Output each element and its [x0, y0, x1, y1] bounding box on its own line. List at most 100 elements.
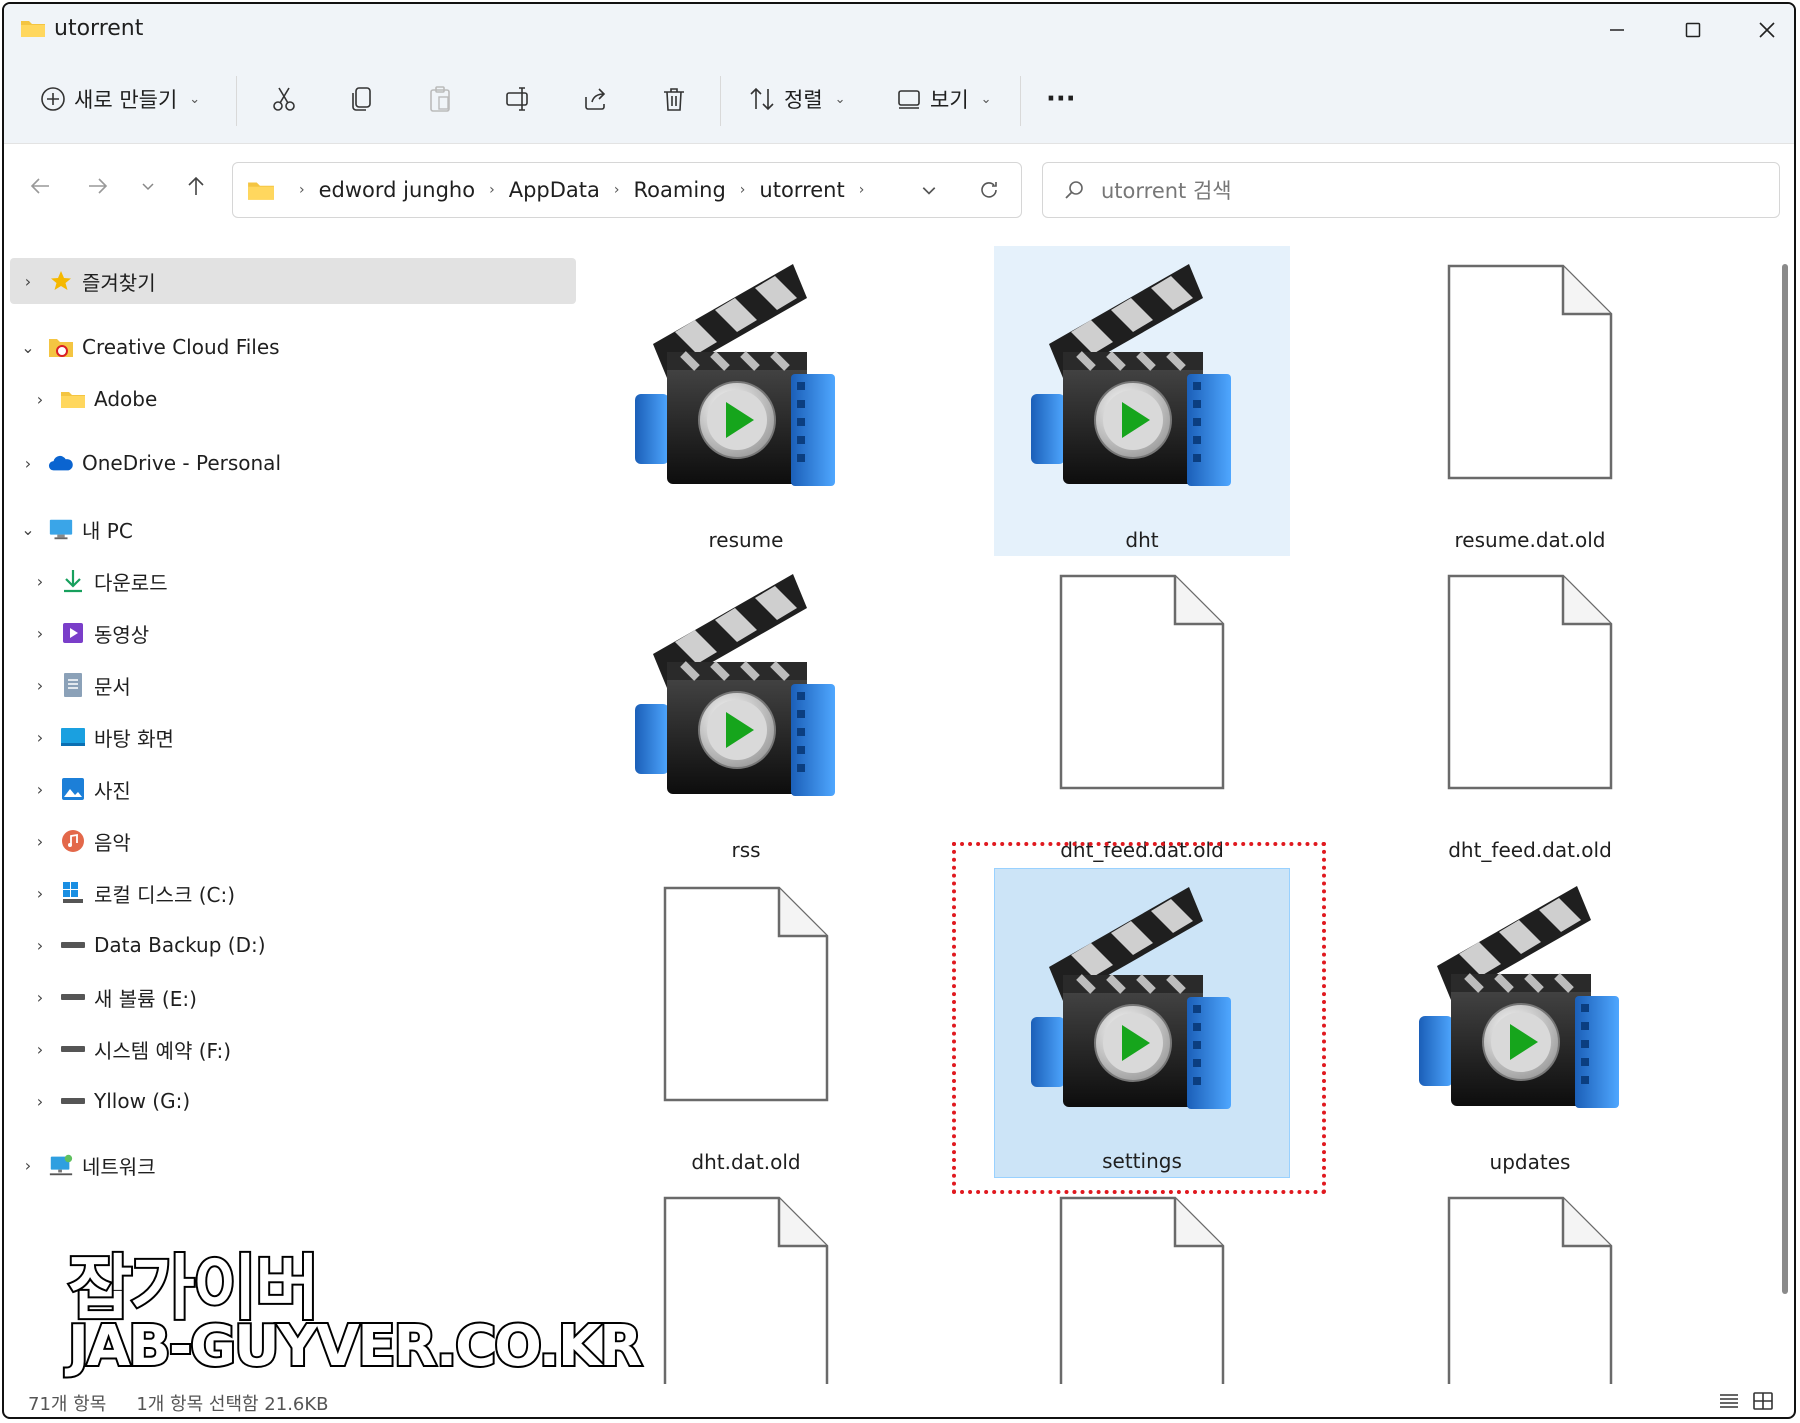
sidebar-item-drive-c[interactable]: › 로컬 디스크 (C:) — [10, 870, 576, 916]
chevron-down-icon[interactable] — [921, 182, 937, 198]
chevron-right-icon[interactable]: › — [30, 390, 50, 409]
search-placeholder: utorrent 검색 — [1101, 179, 1232, 203]
sidebar-item-pictures[interactable]: › 사진 — [10, 766, 576, 812]
sidebar-item-downloads[interactable]: › 다운로드 — [10, 558, 576, 604]
file-name: resume.dat.old — [1454, 528, 1606, 552]
chevron-right-icon[interactable]: › — [30, 1040, 50, 1059]
maximize-button[interactable] — [1662, 10, 1724, 50]
sidebar-item-onedrive[interactable]: › OneDrive - Personal — [10, 440, 576, 486]
sidebar-item-label: 새 볼륨 (E:) — [94, 986, 197, 1011]
sidebar-item-adobe[interactable]: › Adobe — [10, 376, 576, 422]
sidebar-item-favorites[interactable]: › 즐겨찾기 — [10, 258, 576, 304]
sidebar-item-drive-g[interactable]: › Yllow (G:) — [10, 1078, 576, 1124]
file-item[interactable]: dht.dat.old — [598, 868, 894, 1178]
monitor-icon — [48, 516, 74, 542]
file-name: settings — [1102, 1149, 1182, 1173]
delete-button[interactable] — [652, 74, 696, 124]
file-item[interactable] — [598, 1178, 894, 1384]
sidebar-item-drive-e[interactable]: › 새 볼륨 (E:) — [10, 974, 576, 1020]
tiles-view-icon[interactable] — [1752, 1390, 1774, 1412]
drive-icon — [60, 1088, 86, 1114]
drive-icon — [60, 984, 86, 1010]
chevron-right-icon[interactable]: › — [18, 272, 38, 291]
folder-icon — [21, 21, 45, 37]
recent-locations-button[interactable] — [126, 164, 170, 208]
scrollbar-thumb[interactable] — [1782, 264, 1788, 1294]
chevron-right-icon[interactable]: › — [30, 728, 50, 747]
file-item[interactable]: settings — [994, 868, 1290, 1178]
sidebar-item-this-pc[interactable]: ⌄ 내 PC — [10, 506, 576, 552]
view-button[interactable]: 보기 ⌄ — [888, 74, 1000, 124]
file-item[interactable]: resume — [598, 246, 894, 556]
chevron-right-icon[interactable]: › — [30, 572, 50, 591]
cut-button[interactable] — [262, 74, 306, 124]
file-name: rss — [731, 838, 761, 862]
sidebar-item-desktop[interactable]: › 바탕 화면 — [10, 714, 576, 760]
sort-button[interactable]: 정렬 ⌄ — [740, 74, 854, 124]
file-item[interactable] — [994, 1178, 1290, 1384]
breadcrumb-separator: › — [858, 182, 865, 198]
breadcrumb-utorrent[interactable]: utorrent — [759, 178, 844, 202]
more-options-button[interactable]: ··· — [1038, 74, 1084, 124]
breadcrumb-user[interactable]: edword jungho — [319, 178, 476, 202]
chevron-right-icon[interactable]: › — [30, 936, 50, 955]
sidebar-item-videos[interactable]: › 동영상 — [10, 610, 576, 656]
sidebar-item-label: 즐겨찾기 — [82, 270, 156, 295]
file-item[interactable]: updates — [1382, 868, 1678, 1178]
address-bar[interactable]: › edword jungho › AppData › Roaming › ut… — [232, 162, 1022, 218]
forward-button[interactable] — [76, 164, 120, 208]
details-view-icon[interactable] — [1718, 1390, 1740, 1412]
chevron-right-icon[interactable]: › — [30, 780, 50, 799]
rename-button[interactable] — [496, 74, 540, 124]
breadcrumb-appdata[interactable]: AppData — [509, 178, 600, 202]
file-item[interactable]: rss — [598, 556, 894, 866]
search-box[interactable]: utorrent 검색 — [1042, 162, 1780, 218]
file-item[interactable]: dht_feed.dat.old — [994, 556, 1290, 866]
chevron-right-icon[interactable]: › — [18, 1156, 38, 1175]
new-button[interactable]: 새로 만들기 ⌄ — [32, 74, 208, 124]
sidebar-item-documents[interactable]: › 문서 — [10, 662, 576, 708]
paste-button[interactable] — [418, 74, 462, 124]
clipboard-icon — [430, 86, 450, 112]
title-bar: utorrent — [4, 4, 1794, 56]
chevron-right-icon[interactable]: › — [18, 454, 38, 473]
chevron-right-icon[interactable]: › — [30, 988, 50, 1007]
file-item[interactable] — [1382, 1178, 1678, 1384]
sidebar-item-network[interactable]: › 네트워크 — [10, 1142, 576, 1188]
window-title: utorrent — [54, 16, 144, 41]
sidebar-item-creative-cloud[interactable]: ⌄ Creative Cloud Files — [10, 324, 576, 370]
chevron-right-icon[interactable]: › — [30, 1092, 50, 1111]
creative-cloud-folder-icon — [48, 334, 74, 360]
view-toggle-group — [1718, 1390, 1774, 1412]
sidebar-item-drive-f[interactable]: › 시스템 예약 (F:) — [10, 1026, 576, 1072]
scissors-icon — [273, 87, 295, 111]
chevron-right-icon[interactable]: › — [30, 624, 50, 643]
chevron-right-icon[interactable]: › — [30, 676, 50, 695]
file-item[interactable]: resume.dat.old — [1382, 246, 1678, 556]
media-file-icon — [631, 254, 861, 508]
close-button[interactable] — [1736, 10, 1794, 50]
refresh-icon[interactable] — [977, 178, 1001, 202]
breadcrumb-roaming[interactable]: Roaming — [634, 178, 726, 202]
chevron-right-icon[interactable]: › — [30, 832, 50, 851]
file-item[interactable]: dht_feed.dat.old — [1382, 556, 1678, 866]
sidebar-item-music[interactable]: › 음악 — [10, 818, 576, 864]
sidebar-item-label: 로컬 디스크 (C:) — [94, 882, 236, 907]
sort-icon — [750, 87, 774, 111]
copy-button[interactable] — [340, 74, 384, 124]
minimize-button[interactable] — [1586, 10, 1648, 50]
document-icon — [60, 672, 86, 698]
file-name: dht_feed.dat.old — [1060, 838, 1224, 862]
file-item[interactable]: dht — [994, 246, 1290, 556]
vertical-scrollbar[interactable] — [1780, 254, 1790, 1374]
back-button[interactable] — [18, 164, 62, 208]
sidebar-item-drive-d[interactable]: › Data Backup (D:) — [10, 922, 576, 968]
chevron-down-icon[interactable]: ⌄ — [18, 520, 38, 539]
chevron-down-icon[interactable]: ⌄ — [18, 338, 38, 357]
chevron-right-icon[interactable]: › — [30, 884, 50, 903]
up-button[interactable] — [174, 164, 218, 208]
drive-icon — [60, 932, 86, 958]
sidebar-item-label: 바탕 화면 — [94, 726, 174, 751]
sidebar-item-label: 사진 — [94, 778, 131, 803]
share-button[interactable] — [574, 74, 618, 124]
